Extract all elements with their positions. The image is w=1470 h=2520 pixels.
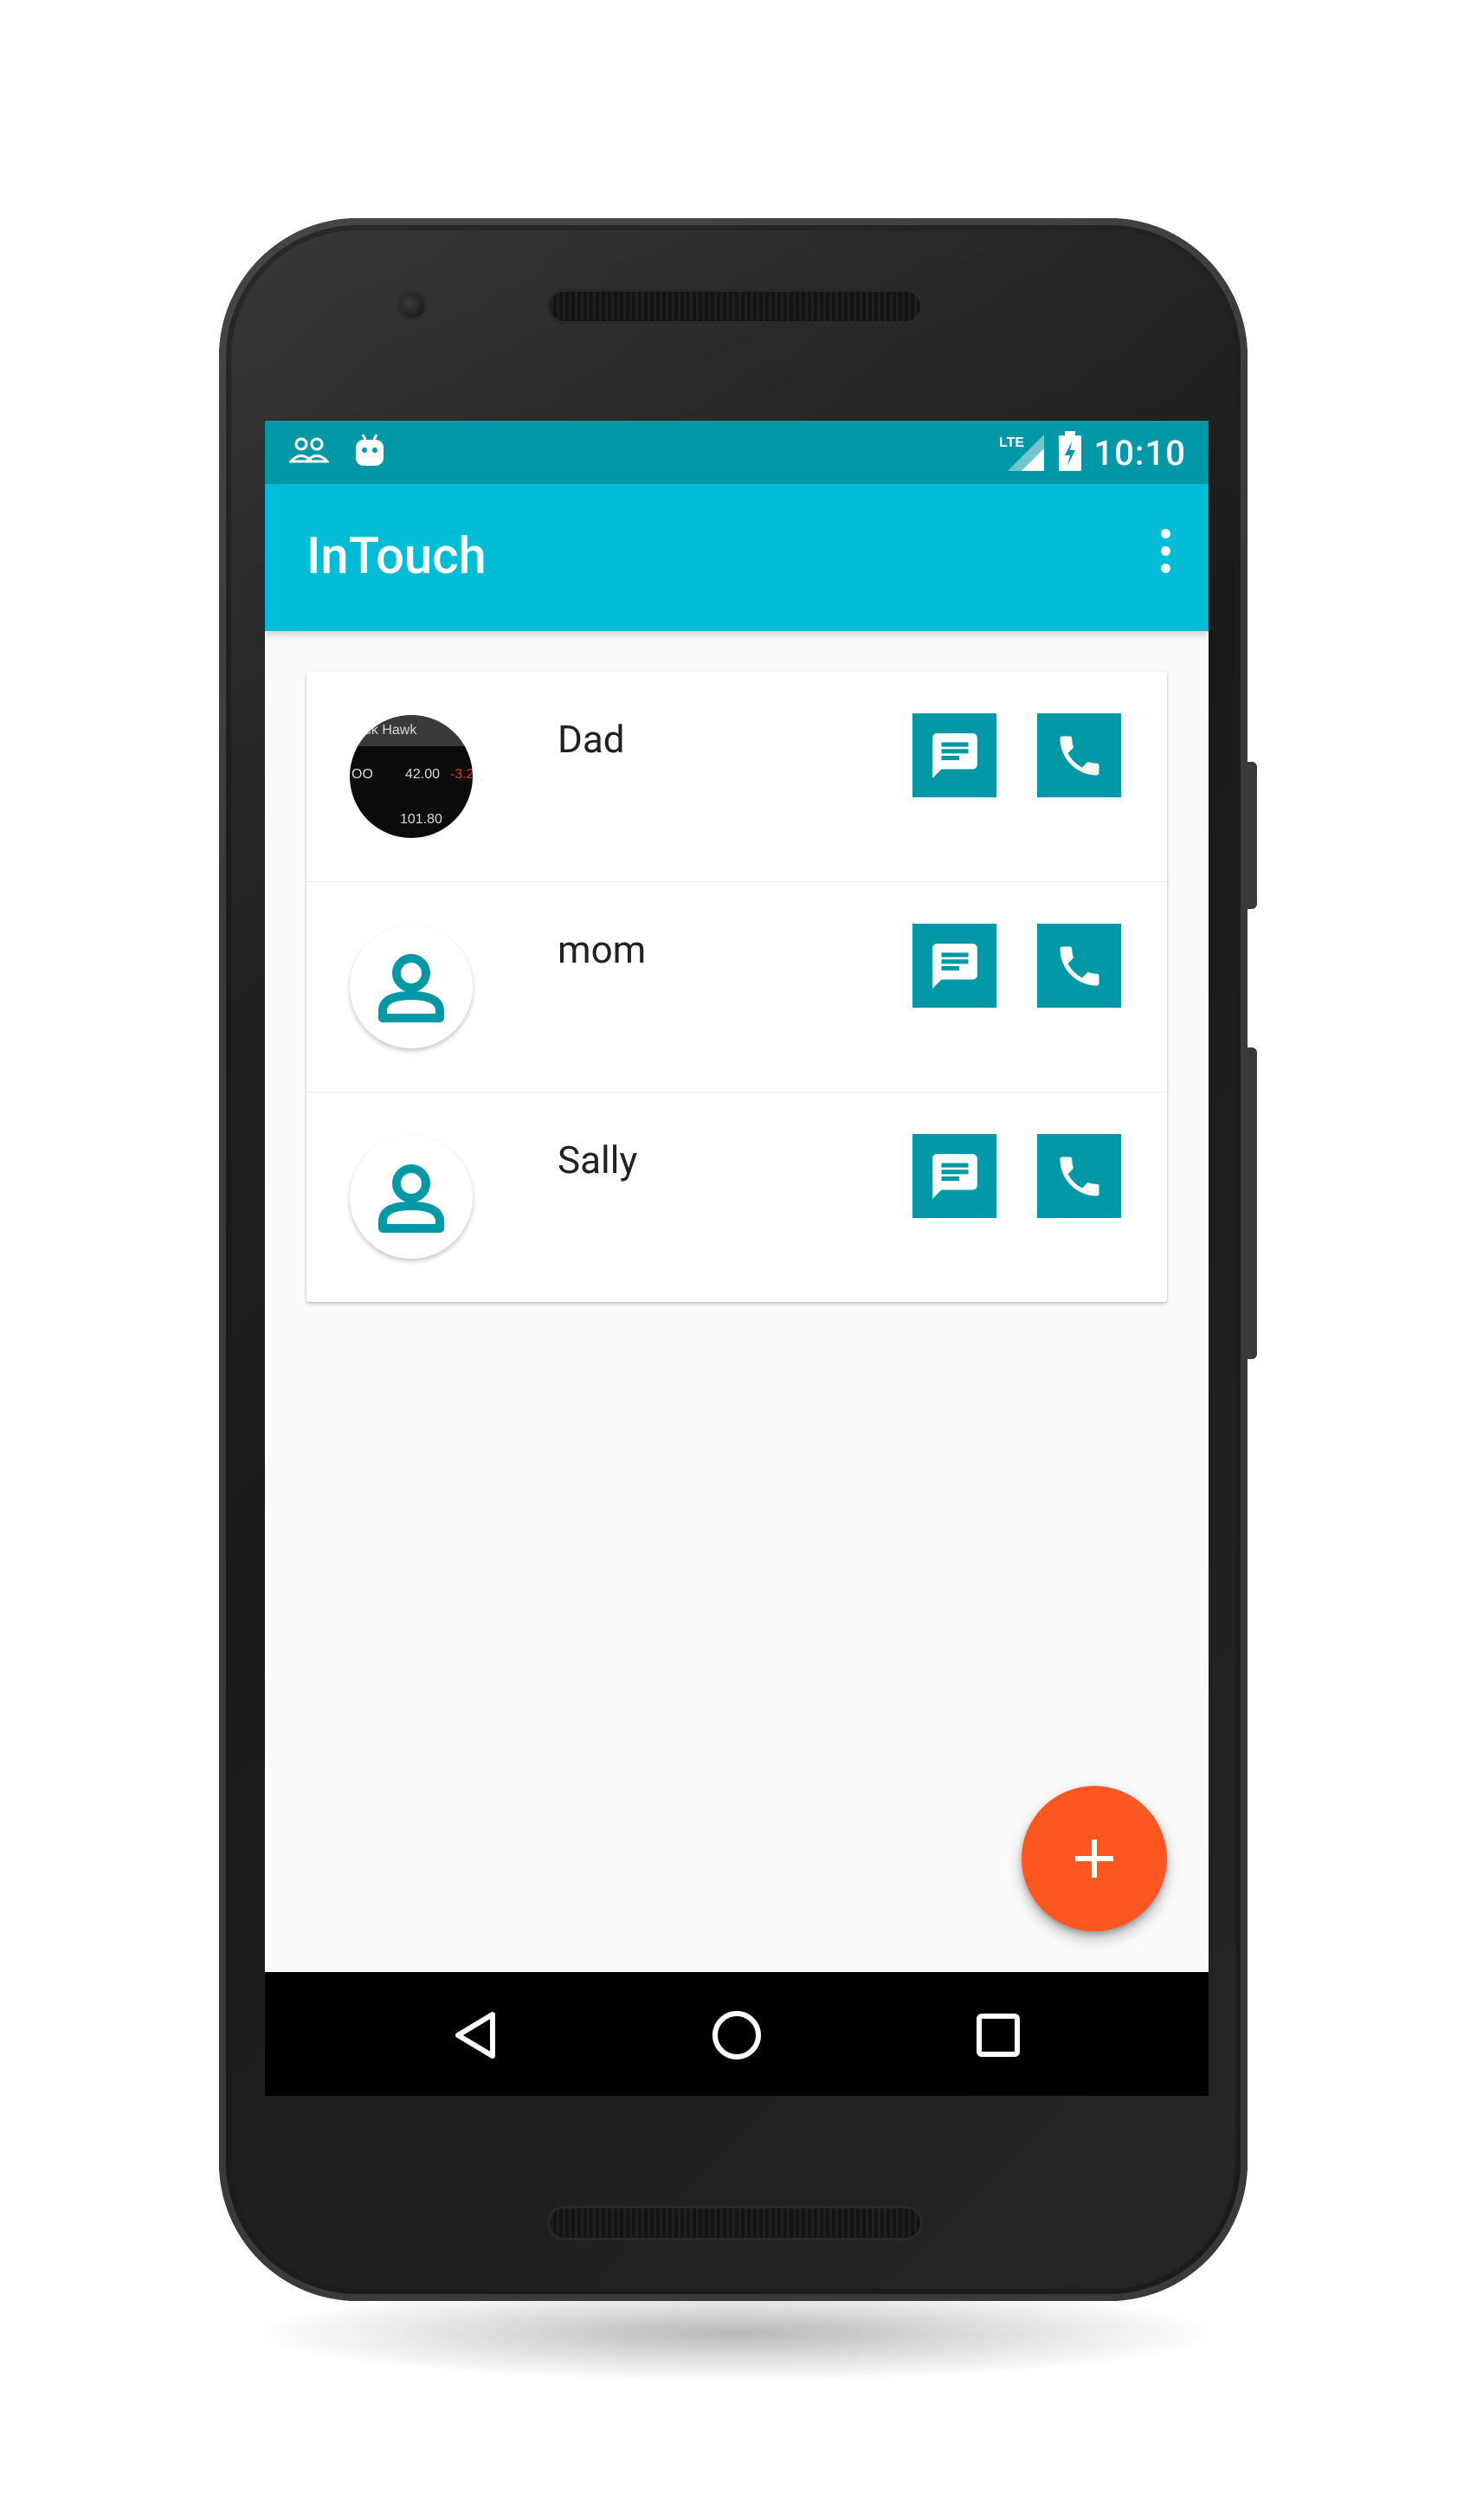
message-icon bbox=[932, 732, 977, 778]
contact-name: Sally bbox=[558, 1138, 638, 1183]
photo-text: -3.2 bbox=[450, 767, 473, 782]
default-avatar bbox=[350, 925, 473, 1048]
status-bar: LTE 10:10 bbox=[265, 421, 1209, 484]
back-button[interactable] bbox=[445, 2005, 506, 2066]
phone-icon bbox=[1060, 1157, 1099, 1196]
photo-text: ock Hawk bbox=[357, 723, 417, 738]
default-avatar bbox=[350, 1136, 473, 1259]
home-button[interactable] bbox=[706, 2005, 767, 2066]
contacts-card: ock Hawk OO 42.00 -3.2 101.80 Dad mom Sa… bbox=[306, 672, 1167, 1302]
contact-name: Dad bbox=[558, 717, 625, 762]
contact-photo-avatar: ock Hawk OO 42.00 -3.2 101.80 bbox=[350, 715, 473, 838]
photo-text: OO bbox=[351, 767, 373, 782]
app-bar: InTouch bbox=[265, 484, 1209, 631]
top-speaker bbox=[547, 289, 923, 324]
battery-charging-icon bbox=[1058, 431, 1082, 474]
phone-icon bbox=[1060, 736, 1099, 775]
message-button[interactable] bbox=[912, 1134, 996, 1218]
message-button[interactable] bbox=[912, 924, 996, 1008]
contact-name: mom bbox=[558, 927, 647, 972]
photo-text: 42.00 bbox=[405, 767, 441, 782]
contacts-sync-icon bbox=[287, 435, 331, 468]
message-icon bbox=[932, 1153, 977, 1199]
add-contact-fab[interactable] bbox=[1022, 1786, 1167, 1931]
recents-icon bbox=[977, 2014, 1020, 2057]
call-button[interactable] bbox=[1037, 924, 1121, 1008]
android-debug-icon bbox=[353, 433, 386, 471]
message-icon bbox=[932, 943, 977, 989]
status-time: 10:10 bbox=[1093, 432, 1186, 474]
call-button[interactable] bbox=[1037, 713, 1121, 797]
call-button[interactable] bbox=[1037, 1134, 1121, 1218]
back-icon bbox=[455, 2012, 495, 2059]
power-button bbox=[1245, 762, 1257, 909]
recents-button[interactable] bbox=[968, 2005, 1028, 2066]
front-camera bbox=[397, 291, 427, 320]
phone-screen: LTE 10:10 InTouch ock Hawk OO 42.00 -3.2… bbox=[265, 421, 1209, 2096]
volume-button bbox=[1245, 1047, 1257, 1359]
contact-row-sally[interactable]: Sally bbox=[306, 1092, 1167, 1302]
navigation-bar bbox=[265, 1972, 1209, 2096]
person-icon bbox=[378, 954, 444, 1022]
home-icon bbox=[712, 2011, 761, 2059]
contact-row-mom[interactable]: mom bbox=[306, 882, 1167, 1092]
phone-icon bbox=[1060, 946, 1099, 985]
network-label: LTE bbox=[999, 435, 1024, 450]
contact-row-dad[interactable]: ock Hawk OO 42.00 -3.2 101.80 Dad bbox=[306, 672, 1167, 882]
lte-signal-icon: LTE bbox=[999, 429, 1046, 476]
photo-text: 101.80 bbox=[400, 812, 442, 827]
message-button[interactable] bbox=[912, 713, 996, 797]
more-vert-icon[interactable] bbox=[1157, 529, 1174, 581]
person-icon bbox=[378, 1164, 444, 1233]
app-title: InTouch bbox=[306, 527, 487, 586]
add-icon bbox=[1075, 1840, 1113, 1878]
bottom-speaker bbox=[547, 2206, 923, 2240]
